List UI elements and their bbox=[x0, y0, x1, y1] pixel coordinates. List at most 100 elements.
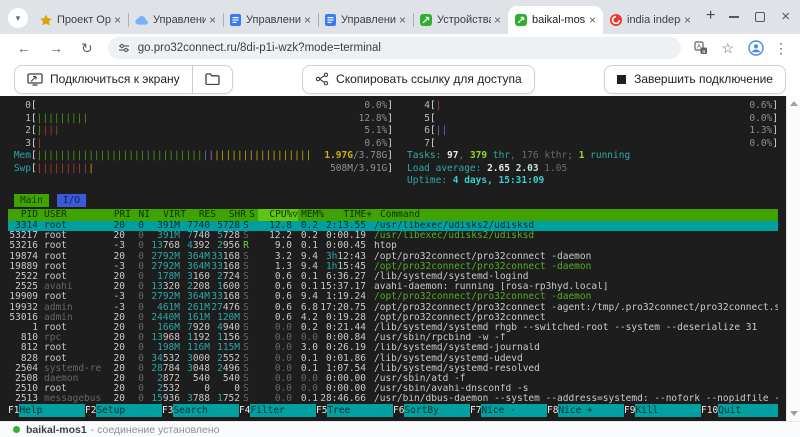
fkey-tree[interactable]: F5Tree bbox=[316, 404, 393, 417]
fkey-quit[interactable]: F10Quit bbox=[701, 404, 778, 417]
cpu-meter-3: 3[|0.6%] bbox=[8, 138, 393, 151]
copy-link-button[interactable]: Скопировать ссылку для доступа bbox=[302, 65, 535, 94]
new-tab-button[interactable]: + bbox=[706, 7, 715, 25]
forward-icon[interactable]: → bbox=[49, 41, 63, 55]
process-table-header: PIDUSERPRINIVIRTRESSHRSCPU%▽MEM%TIME+Com… bbox=[8, 209, 778, 221]
file-manager-button[interactable] bbox=[193, 65, 233, 94]
tab-title: india indepen bbox=[627, 14, 681, 26]
browser-tab[interactable]: baikal-mos1 -× bbox=[508, 6, 603, 34]
red-favicon-icon bbox=[610, 14, 622, 26]
process-row[interactable]: 19909root-302792M364M33168S0.69.41:19.24… bbox=[8, 292, 778, 302]
tab-search-button[interactable]: ▾ bbox=[8, 8, 28, 28]
fkey-search[interactable]: F3Search bbox=[162, 404, 239, 417]
browser-tab[interactable]: Управление у× bbox=[318, 6, 413, 34]
pro32-favicon-icon bbox=[420, 14, 432, 26]
translate-icon[interactable]: Aa bbox=[694, 41, 708, 55]
htop-terminal[interactable]: 0[0.0%]1[|||||||||12.8%]2[||||5.1%]3[|0.… bbox=[0, 96, 786, 421]
process-row[interactable]: 2504systemd-re2002878430482496S0.00.11:0… bbox=[8, 363, 778, 373]
process-row[interactable]: 53217root200391M77405728S12.20.20:00.19/… bbox=[8, 231, 778, 241]
url-bar[interactable]: go.pro32connect.ru/8di-p1i-wzk?mode=term… bbox=[108, 37, 682, 59]
process-row[interactable]: 2522root200178M31602724S0.60.16:36.27/li… bbox=[8, 271, 778, 281]
process-row[interactable]: 2508daemon2002872540540S0.00.00:00.00/us… bbox=[8, 373, 778, 383]
status-text: - соединение установлено bbox=[91, 424, 220, 436]
tab-close-icon[interactable]: × bbox=[304, 13, 311, 27]
tab-title: Управление з bbox=[153, 14, 206, 26]
column-header-pid[interactable]: PID bbox=[8, 209, 38, 221]
connection-status-bar: baikal-mos1 - соединение установлено bbox=[0, 421, 800, 437]
cpu-meter-2: 2[||||5.1%] bbox=[8, 125, 393, 138]
column-header-ni[interactable]: NI bbox=[131, 209, 150, 221]
process-row[interactable]: 810rpc2001396811921156S0.00.00:00.84/usr… bbox=[8, 333, 778, 343]
fkey-nice[interactable]: F7Nice - bbox=[470, 404, 547, 417]
column-header-pri[interactable]: PRI bbox=[108, 209, 131, 221]
maximize-icon[interactable] bbox=[755, 12, 765, 22]
copy-link-label: Скопировать ссылку для доступа bbox=[336, 72, 522, 86]
tab-io[interactable]: I/O bbox=[57, 194, 86, 207]
minimize-icon[interactable] bbox=[729, 16, 739, 18]
tab-main[interactable]: Main bbox=[14, 194, 49, 207]
tune-icon[interactable] bbox=[118, 42, 130, 54]
fkey-filter[interactable]: F4Filter bbox=[239, 404, 316, 417]
tab-close-icon[interactable]: × bbox=[399, 13, 406, 27]
close-icon[interactable]: × bbox=[781, 12, 790, 22]
browser-tab[interactable]: Проект Open× bbox=[33, 6, 128, 34]
connection-toolbar: Подключиться к экрану Скопировать ссылку… bbox=[0, 62, 800, 96]
column-header-user[interactable]: USER bbox=[38, 209, 108, 221]
window-controls: × bbox=[715, 0, 800, 34]
meters-right-column: 4[|0.6%]5[0.0%]6[||1.3%]7[0.0%]Tasks: 97… bbox=[393, 100, 778, 188]
process-row[interactable]: 3314root200391M77405728S12.80.22:13.55/u… bbox=[8, 221, 778, 231]
fkey-setup[interactable]: F2Setup bbox=[85, 404, 162, 417]
column-header-s[interactable]: S bbox=[246, 209, 258, 221]
tab-title: baikal-mos1 - bbox=[532, 14, 586, 26]
column-header-mem[interactable]: MEM% bbox=[298, 209, 324, 221]
column-header-cpu[interactable]: CPU%▽ bbox=[258, 209, 298, 221]
process-row[interactable]: 828root2003453230002552S0.00.10:01.86/li… bbox=[8, 353, 778, 363]
process-row[interactable]: 53016admin2002440M161M120MS0.64.20:19.28… bbox=[8, 312, 778, 322]
tab-close-icon[interactable]: × bbox=[209, 13, 216, 27]
kebab-menu-icon[interactable]: ⋮ bbox=[774, 41, 788, 55]
column-header-shr[interactable]: SHR bbox=[216, 209, 246, 221]
process-row[interactable]: 53216root-301376843922956R9.00.10:00.45h… bbox=[8, 241, 778, 251]
fkey-help[interactable]: F1Help bbox=[8, 404, 85, 417]
pro32-favicon-icon bbox=[515, 14, 527, 26]
tab-title: Управление п bbox=[246, 14, 301, 26]
tab-close-icon[interactable]: × bbox=[589, 13, 596, 27]
bookmark-star-icon[interactable]: ☆ bbox=[721, 41, 734, 55]
process-row[interactable]: 2510root200253200S0.00.00:00.00/usr/sbin… bbox=[8, 384, 778, 394]
browser-tab[interactable]: Управление п× bbox=[223, 6, 318, 34]
back-icon[interactable]: ← bbox=[17, 41, 31, 55]
fkey-nice[interactable]: F8Nice + bbox=[547, 404, 624, 417]
doc-favicon-icon bbox=[325, 14, 336, 26]
reload-icon[interactable]: ↻ bbox=[81, 41, 93, 55]
fkey-sortby[interactable]: F6SortBy bbox=[393, 404, 470, 417]
tab-title: Проект Open bbox=[57, 14, 111, 26]
process-row[interactable]: 812root200198M116M115MS0.03.00:26.19/lib… bbox=[8, 343, 778, 353]
tab-close-icon[interactable]: × bbox=[684, 13, 691, 27]
function-key-bar: F1HelpF2SetupF3SearchF4FilterF5TreeF6Sor… bbox=[8, 404, 778, 417]
process-row[interactable]: 2513messagebus2001593637881752S0.00.128:… bbox=[8, 394, 778, 404]
browser-tab[interactable]: india indepen× bbox=[603, 6, 698, 34]
end-connection-button[interactable]: Завершить подключение bbox=[604, 65, 786, 94]
profile-avatar-icon[interactable] bbox=[748, 40, 764, 56]
connect-screen-button[interactable]: Подключиться к экрану bbox=[14, 65, 193, 94]
browser-tab[interactable]: Управление з× bbox=[128, 6, 223, 34]
process-row[interactable]: 1root200166M79204940S0.00.20:21.44/lib/s… bbox=[8, 322, 778, 332]
tab-close-icon[interactable]: × bbox=[114, 13, 121, 27]
process-row[interactable]: 19874root2002792M364M33168S3.29.43h12:43… bbox=[8, 251, 778, 261]
folder-icon bbox=[205, 73, 220, 85]
process-row[interactable]: 19889root-302792M364M33168S1.39.41h15:45… bbox=[8, 261, 778, 271]
memory-meter: Mem[||||||||||||||||||||||||||||||||||||… bbox=[8, 150, 393, 163]
browser-tab[interactable]: Устройства -× bbox=[413, 6, 508, 34]
scroll-up-icon[interactable] bbox=[790, 101, 798, 106]
process-table-body: 3314root200391M77405728S12.80.22:13.55/u… bbox=[8, 221, 778, 405]
terminal-scrollbar[interactable] bbox=[786, 96, 800, 421]
fkey-kill[interactable]: F9Kill bbox=[624, 404, 701, 417]
column-header-cmd[interactable]: Command bbox=[372, 209, 778, 221]
tab-close-icon[interactable]: × bbox=[494, 13, 501, 27]
process-row[interactable]: 19932admin-30461M261M27476S0.66.817:20.7… bbox=[8, 302, 778, 312]
column-header-virt[interactable]: VIRT bbox=[150, 209, 186, 221]
column-header-res[interactable]: RES bbox=[186, 209, 216, 221]
column-header-time[interactable]: TIME+ bbox=[324, 209, 372, 221]
scroll-down-icon[interactable] bbox=[790, 411, 798, 416]
process-row[interactable]: 2525avahi2001332022081600S0.60.115:37.17… bbox=[8, 282, 778, 292]
